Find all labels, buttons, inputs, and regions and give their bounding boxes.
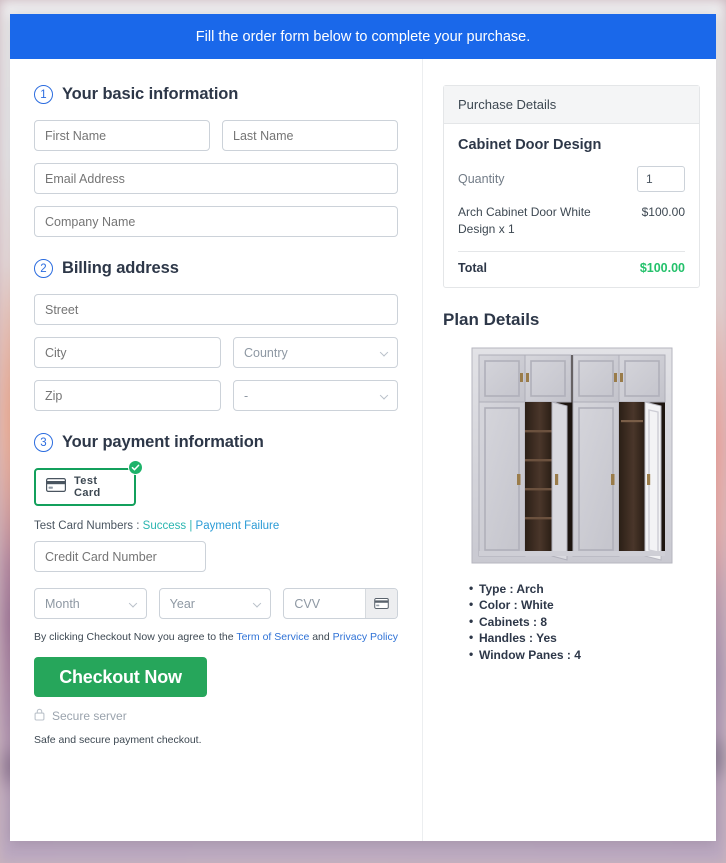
company-row (34, 206, 398, 237)
purchase-details-body: Cabinet Door Design Quantity Arch Cabine… (444, 124, 699, 287)
line-item-row: Arch Cabinet Door White Design x 1 $100.… (458, 204, 685, 239)
payment-method-test-card[interactable]: Test Card (34, 460, 143, 506)
term-of-service-link[interactable]: Term of Service (236, 631, 309, 643)
list-item: Color : White (469, 596, 700, 614)
section-title-billing-address: Billing address (62, 259, 179, 277)
safe-checkout-note: Safe and secure payment checkout. (34, 734, 202, 746)
line-item-description: Arch Cabinet Door White Design x 1 (458, 205, 591, 237)
line-item-amount: $100.00 (641, 205, 685, 219)
privacy-policy-link[interactable]: Privacy Policy (333, 631, 398, 643)
section-title-payment-information: Your payment information (62, 433, 264, 451)
form-column: 1 Your basic information 2 Billing addre… (10, 59, 423, 841)
page-banner: Fill the order form below to complete yo… (10, 14, 716, 59)
card-body: 1 Your basic information 2 Billing addre… (10, 59, 716, 841)
city-country-row: Country (34, 337, 398, 368)
credit-card-number-input[interactable] (34, 541, 206, 572)
quantity-label: Quantity (458, 172, 505, 186)
check-circle-icon (128, 460, 143, 475)
expiry-month-select[interactable]: Month (34, 588, 147, 619)
state-select[interactable]: - (233, 380, 398, 411)
summary-column: Purchase Details Cabinet Door Design Qua… (423, 59, 716, 841)
secure-server-note: Secure server (34, 708, 398, 724)
section-heading-billing-address: 2 Billing address (34, 259, 398, 278)
checkout-now-button[interactable]: Checkout Now (34, 657, 207, 697)
total-label: Total (458, 260, 487, 275)
first-name-input[interactable] (34, 120, 210, 151)
expiry-cvv-row: Month Year CVV (34, 588, 399, 619)
list-item: Handles : Yes (469, 629, 700, 647)
credit-card-back-icon[interactable] (365, 589, 398, 618)
zip-state-row: - (34, 380, 398, 411)
email-input[interactable] (34, 163, 398, 194)
zip-input[interactable] (34, 380, 221, 411)
street-row (34, 294, 398, 325)
cabinet-door-preview-image (469, 345, 674, 565)
section-heading-basic-information: 1 Your basic information (34, 85, 398, 104)
purchase-details-panel: Purchase Details Cabinet Door Design Qua… (443, 85, 700, 288)
credit-card-icon (46, 477, 66, 497)
credit-card-row (34, 541, 398, 572)
cvv-input[interactable]: CVV (284, 589, 365, 618)
list-item: Cabinets : 8 (469, 613, 700, 631)
name-row (34, 120, 398, 151)
state-select-value: - (233, 380, 398, 411)
total-row: Total $100.00 (458, 261, 685, 275)
terms-text: By clicking Checkout Now you agree to th… (34, 631, 398, 643)
plan-specs-list: Type : Arch Color : White Cabinets : 8 H… (443, 580, 700, 664)
step-number-3: 3 (34, 433, 53, 452)
checkout-card: Fill the order form below to complete yo… (10, 14, 716, 841)
test-card-success-link[interactable]: Success (143, 520, 186, 532)
payment-method-box[interactable]: Test Card (34, 468, 136, 506)
step-number-1: 1 (34, 85, 53, 104)
link-separator: | (189, 520, 193, 532)
test-card-failure-link[interactable]: Payment Failure (196, 520, 280, 532)
company-name-input[interactable] (34, 206, 398, 237)
terms-prefix: By clicking Checkout Now you agree to th… (34, 631, 234, 643)
test-card-numbers-line: Test Card Numbers : Success | Payment Fa… (34, 520, 398, 532)
country-select-value: Country (233, 337, 398, 368)
step-number-2: 2 (34, 259, 53, 278)
cvv-field-group[interactable]: CVV (283, 588, 399, 619)
divider (458, 250, 685, 252)
section-heading-payment-information: 3 Your payment information (34, 433, 398, 452)
list-item: Type : Arch (469, 580, 700, 598)
street-input[interactable] (34, 294, 398, 325)
plan-details-title: Plan Details (443, 309, 540, 329)
terms-middle: and (312, 631, 330, 643)
lock-icon (34, 708, 45, 724)
payment-method-label: Test Card (74, 475, 101, 499)
banner-text: Fill the order form below to complete yo… (195, 28, 531, 45)
country-select[interactable]: Country (233, 337, 398, 368)
last-name-input[interactable] (222, 120, 398, 151)
city-input[interactable] (34, 337, 221, 368)
quantity-input[interactable] (637, 166, 685, 192)
secure-server-label: Secure server (52, 709, 127, 723)
product-title: Cabinet Door Design (458, 137, 602, 153)
section-title-basic-information: Your basic information (62, 85, 239, 103)
test-card-numbers-label: Test Card Numbers : (34, 520, 140, 532)
expiry-year-select[interactable]: Year (158, 588, 272, 619)
quantity-row: Quantity (458, 166, 685, 192)
list-item: Window Panes : 4 (469, 646, 700, 664)
total-amount: $100.00 (639, 260, 685, 275)
email-row (34, 163, 398, 194)
purchase-details-header: Purchase Details (444, 86, 699, 124)
